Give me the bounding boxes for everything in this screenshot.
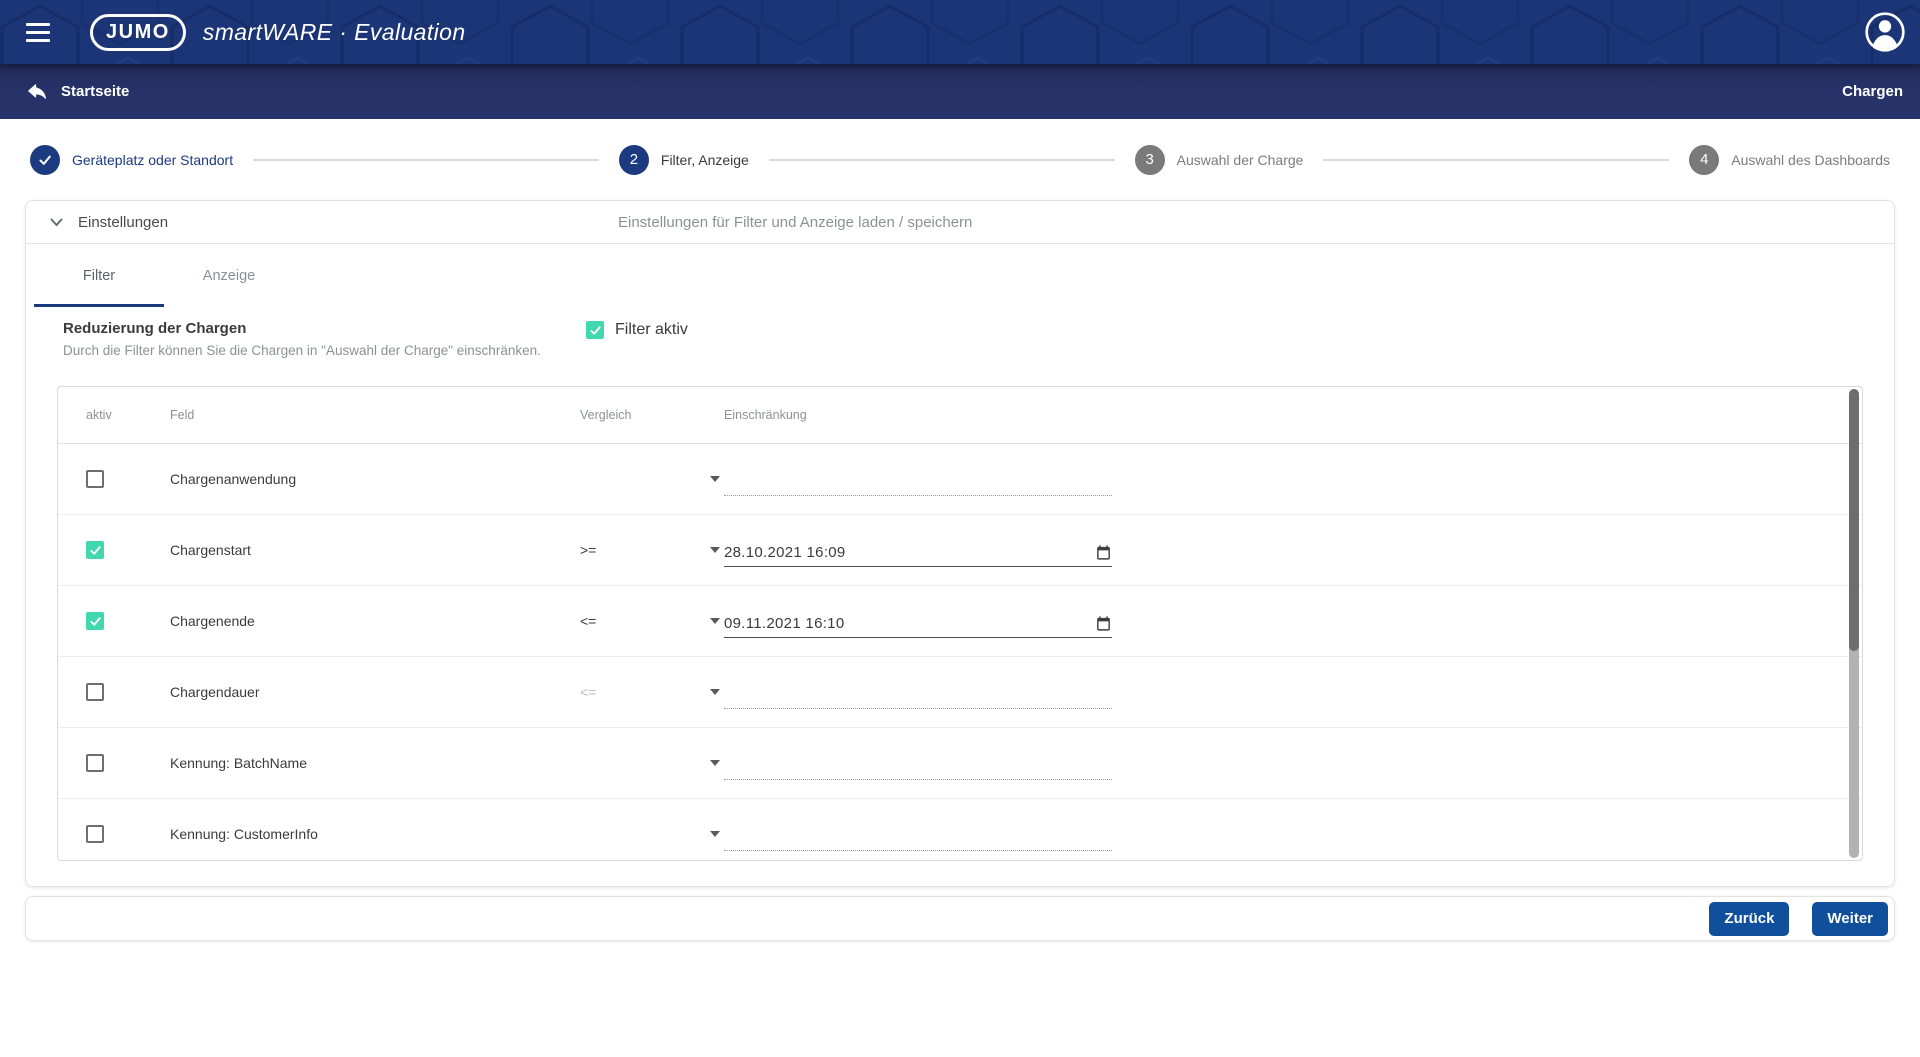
dropdown-arrow-icon: [710, 831, 720, 837]
dropdown-arrow-icon: [710, 689, 720, 695]
section-title: Reduzierung der Chargen: [63, 320, 1894, 337]
step-auswahl-charge[interactable]: 3 Auswahl der Charge: [1135, 145, 1304, 175]
step-filter-anzeige[interactable]: 2 Filter, Anzeige: [619, 145, 749, 175]
datetime-value: 28.10.2021 16:09: [724, 544, 846, 566]
jumo-logo: JUMO: [90, 14, 186, 51]
row-active-checkbox[interactable]: [86, 825, 104, 843]
col-feld: Feld: [170, 408, 194, 422]
back-arrow-icon: [26, 81, 48, 103]
step-2-number: 2: [619, 145, 649, 175]
field-label: Kennung: BatchName: [170, 755, 307, 771]
einschraenkung-input[interactable]: [724, 462, 1112, 496]
datetime-input[interactable]: 28.10.2021 16:09: [724, 533, 1112, 567]
table-row-kennung-batchname: Kennung: BatchName: [58, 728, 1862, 799]
vergleich-value: <=: [580, 613, 596, 629]
vergleich-select[interactable]: [580, 476, 720, 482]
step-auswahl-dashboard[interactable]: 4 Auswahl des Dashboards: [1689, 145, 1890, 175]
context-title: Chargen: [1842, 83, 1903, 100]
step-3-number: 3: [1135, 145, 1165, 175]
breadcrumb-bar: Startseite Chargen: [0, 64, 1920, 119]
col-einschraenkung: Einschränkung: [724, 408, 807, 422]
step-3-label: Auswahl der Charge: [1177, 152, 1304, 168]
filter-aktiv-label: Filter aktiv: [615, 321, 688, 339]
vergleich-value: >=: [580, 542, 596, 558]
tab-filter[interactable]: Filter: [34, 244, 164, 307]
stepper-connector: [1323, 159, 1669, 161]
field-label: Chargendauer: [170, 684, 260, 700]
row-active-checkbox[interactable]: [86, 683, 104, 701]
table-row-kennung-customerinfo: Kennung: CustomerInfo: [58, 799, 1862, 861]
col-vergleich: Vergleich: [580, 408, 631, 422]
table-row-chargendauer: Chargendauer <=: [58, 657, 1862, 728]
tab-anzeige-label: Anzeige: [203, 268, 255, 284]
step-1-label: Geräteplatz oder Standort: [72, 152, 233, 168]
step-geraeteplatz[interactable]: Geräteplatz oder Standort: [30, 145, 233, 175]
einschraenkung-input[interactable]: [724, 746, 1112, 780]
col-aktiv: aktiv: [86, 408, 112, 422]
table-header: aktiv Feld Vergleich Einschränkung: [58, 387, 1862, 444]
field-label: Chargenanwendung: [170, 471, 296, 487]
filter-table: aktiv Feld Vergleich Einschränkung Charg…: [57, 386, 1863, 861]
vergleich-select[interactable]: <=: [580, 613, 720, 629]
dropdown-arrow-icon: [710, 618, 720, 624]
table-row-chargenanwendung: Chargenanwendung: [58, 444, 1862, 515]
vergleich-select[interactable]: <=: [580, 684, 720, 700]
vergleich-select[interactable]: [580, 760, 720, 766]
table-row-chargenstart: Chargenstart >= 28.10.2021 16:09: [58, 515, 1862, 586]
table-scrollbar-thumb[interactable]: [1849, 389, 1859, 651]
weiter-button[interactable]: Weiter: [1812, 902, 1888, 936]
load-save-settings-link[interactable]: Einstellungen für Filter und Anzeige lad…: [618, 214, 972, 231]
field-label: Chargenende: [170, 613, 255, 629]
section-description: Durch die Filter können Sie die Chargen …: [63, 343, 1894, 358]
table-row-chargenende: Chargenende <= 09.11.2021 16:10: [58, 586, 1862, 657]
top-navbar: JUMO smartWARE · Evaluation: [0, 0, 1920, 64]
dropdown-arrow-icon: [710, 760, 720, 766]
dropdown-arrow-icon: [710, 547, 720, 553]
breadcrumb-label: Startseite: [61, 83, 129, 100]
hamburger-menu-icon[interactable]: [20, 16, 56, 48]
row-active-checkbox[interactable]: [86, 541, 104, 559]
step-4-label: Auswahl des Dashboards: [1731, 152, 1890, 168]
tab-bar: Filter Anzeige: [26, 244, 1894, 307]
step-4-number: 4: [1689, 145, 1719, 175]
chevron-down-icon: [50, 218, 63, 227]
stepper-connector: [253, 159, 599, 161]
tab-anzeige[interactable]: Anzeige: [164, 244, 294, 307]
row-active-checkbox[interactable]: [86, 754, 104, 772]
filter-aktiv-toggle[interactable]: Filter aktiv: [586, 321, 688, 339]
row-active-checkbox[interactable]: [86, 470, 104, 488]
einschraenkung-input[interactable]: [724, 817, 1112, 851]
einstellungen-title: Einstellungen: [78, 214, 168, 231]
jumo-logo-text: JUMO: [106, 21, 170, 44]
vergleich-value: <=: [580, 684, 596, 700]
step-1-check-icon: [30, 145, 60, 175]
einstellungen-header[interactable]: Einstellungen Einstellungen für Filter u…: [26, 201, 1894, 244]
row-active-checkbox[interactable]: [86, 612, 104, 630]
user-avatar-icon[interactable]: [1865, 12, 1905, 52]
tab-filter-label: Filter: [83, 268, 115, 284]
back-to-home[interactable]: Startseite: [26, 81, 129, 103]
app-title: smartWARE · Evaluation: [203, 19, 466, 46]
step-2-label: Filter, Anzeige: [661, 152, 749, 168]
datetime-value: 09.11.2021 16:10: [724, 615, 844, 637]
einschraenkung-input[interactable]: [724, 675, 1112, 709]
einstellungen-card: Einstellungen Einstellungen für Filter u…: [25, 200, 1895, 887]
wizard-actions-card: Zurück Weiter: [25, 896, 1895, 941]
dropdown-arrow-icon: [710, 476, 720, 482]
active-tab-indicator: [34, 304, 164, 307]
datetime-input[interactable]: 09.11.2021 16:10: [724, 604, 1112, 638]
filter-aktiv-checkbox[interactable]: [586, 321, 604, 339]
stepper-connector: [769, 159, 1115, 161]
field-label: Kennung: CustomerInfo: [170, 826, 318, 842]
vergleich-select[interactable]: >=: [580, 542, 720, 558]
calendar-icon[interactable]: [1095, 615, 1112, 637]
field-label: Chargenstart: [170, 542, 251, 558]
wizard-stepper: Geräteplatz oder Standort 2 Filter, Anze…: [0, 119, 1920, 200]
calendar-icon[interactable]: [1095, 544, 1112, 566]
zurueck-button[interactable]: Zurück: [1709, 902, 1789, 936]
reduzierung-section: Reduzierung der Chargen Durch die Filter…: [26, 320, 1894, 372]
vergleich-select[interactable]: [580, 831, 720, 837]
